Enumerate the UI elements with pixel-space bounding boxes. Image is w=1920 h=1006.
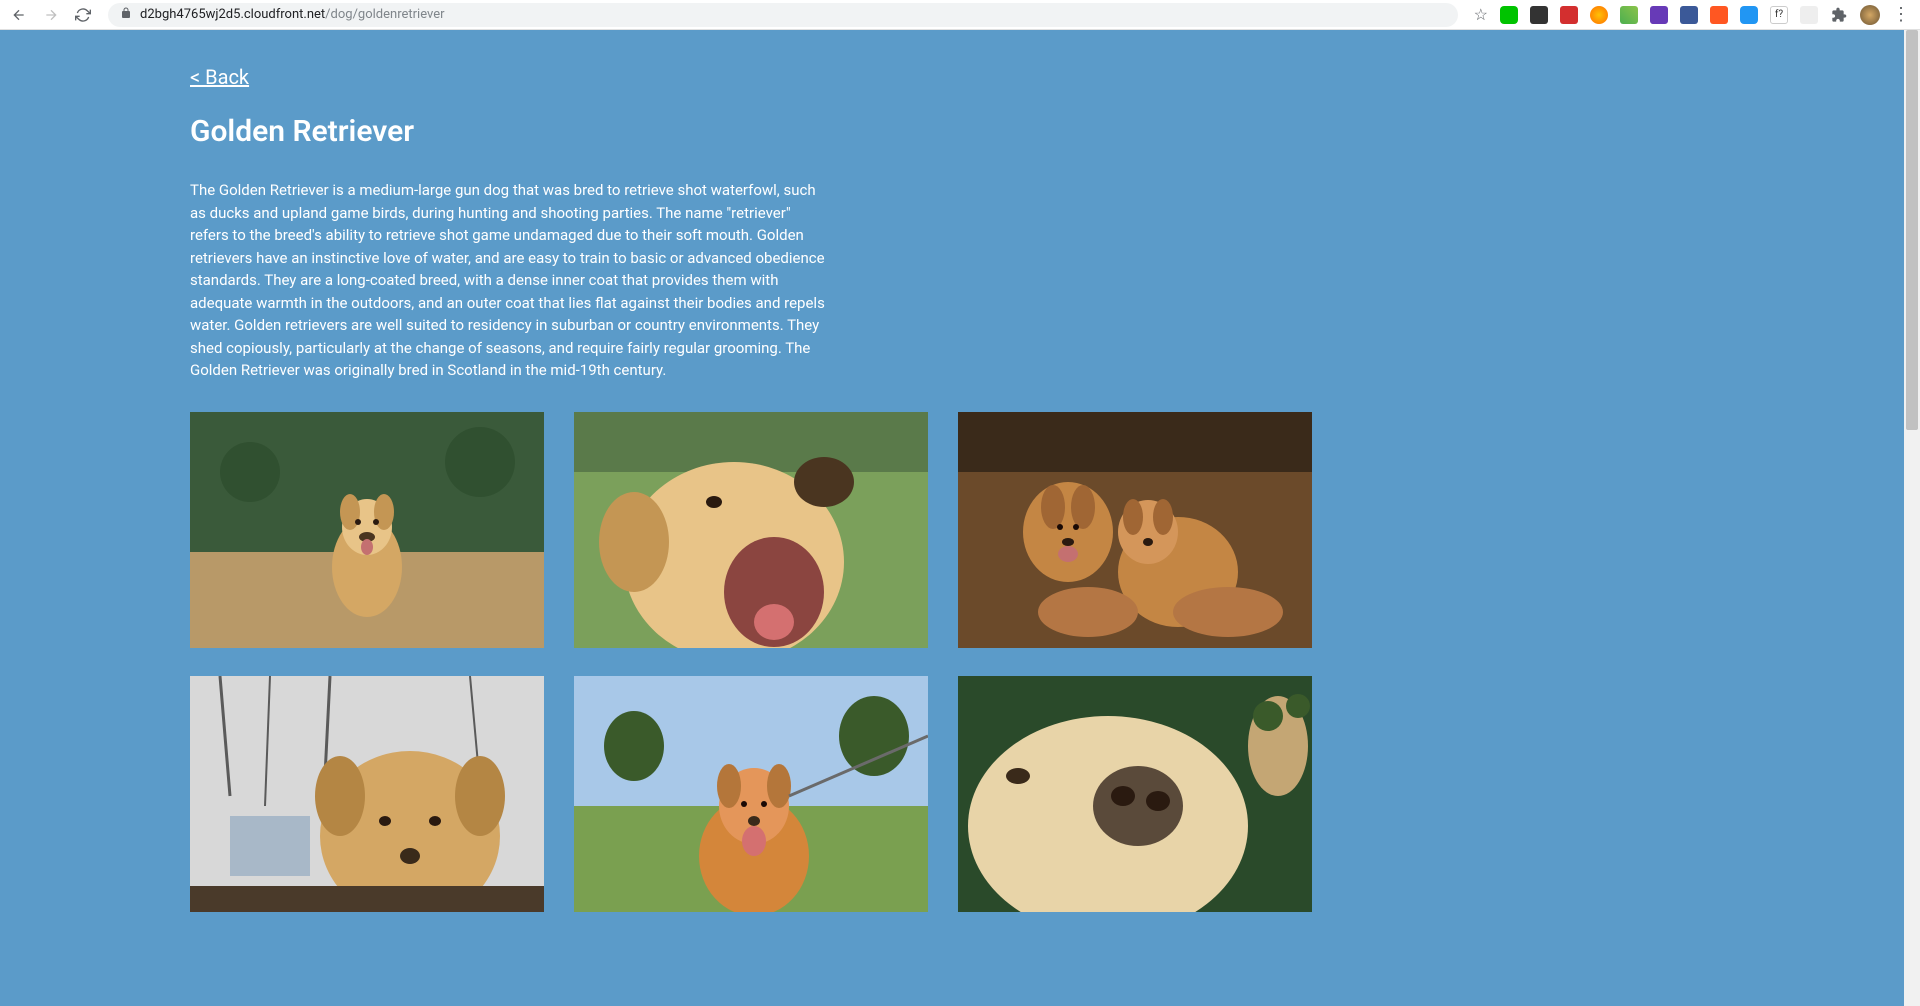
extension-icon-7[interactable] [1680, 6, 1698, 24]
dog-image-3 [958, 412, 1312, 648]
url-display: d2bgh4765wj2d5.cloudfront.net/dog/golden… [140, 7, 445, 22]
scrollbar-thumb[interactable] [1906, 30, 1918, 430]
back-link[interactable]: < Back [190, 65, 249, 89]
chrome-menu-icon[interactable]: ⋮ [1892, 4, 1910, 25]
bookmark-star-icon[interactable]: ☆ [1474, 5, 1488, 24]
reload-button[interactable] [74, 6, 92, 24]
extension-icon-4[interactable] [1590, 6, 1608, 24]
extension-icon-6[interactable] [1650, 6, 1668, 24]
browser-toolbar: d2bgh4765wj2d5.cloudfront.net/dog/golden… [0, 0, 1920, 30]
page-title: Golden Retriever [190, 114, 1730, 149]
dog-image-4 [190, 676, 544, 912]
image-grid [190, 412, 1730, 912]
extension-icon-3[interactable] [1560, 6, 1578, 24]
dog-image-6 [958, 676, 1312, 912]
extension-icon-1[interactable] [1500, 6, 1518, 24]
vertical-scrollbar[interactable] [1904, 30, 1920, 1006]
page-content: < Back Golden Retriever The Golden Retri… [0, 30, 1920, 1006]
nav-buttons [10, 6, 92, 24]
lock-icon [120, 7, 132, 22]
dog-image-1 [190, 412, 544, 648]
extension-icon-9[interactable] [1740, 6, 1758, 24]
extensions-puzzle-icon[interactable] [1830, 6, 1848, 24]
address-bar[interactable]: d2bgh4765wj2d5.cloudfront.net/dog/golden… [108, 3, 1458, 27]
profile-avatar[interactable] [1860, 5, 1880, 25]
breed-description: The Golden Retriever is a medium-large g… [190, 179, 830, 382]
back-button[interactable] [10, 6, 28, 24]
extension-icon-11[interactable] [1800, 6, 1818, 24]
dog-image-5 [574, 676, 928, 912]
forward-button[interactable] [42, 6, 60, 24]
toolbar-icons: ☆ f? ⋮ [1474, 4, 1910, 25]
extension-icon-8[interactable] [1710, 6, 1728, 24]
extension-icon-5[interactable] [1620, 6, 1638, 24]
extension-icon-2[interactable] [1530, 6, 1548, 24]
dog-image-2 [574, 412, 928, 648]
extension-icon-10[interactable]: f? [1770, 6, 1788, 24]
